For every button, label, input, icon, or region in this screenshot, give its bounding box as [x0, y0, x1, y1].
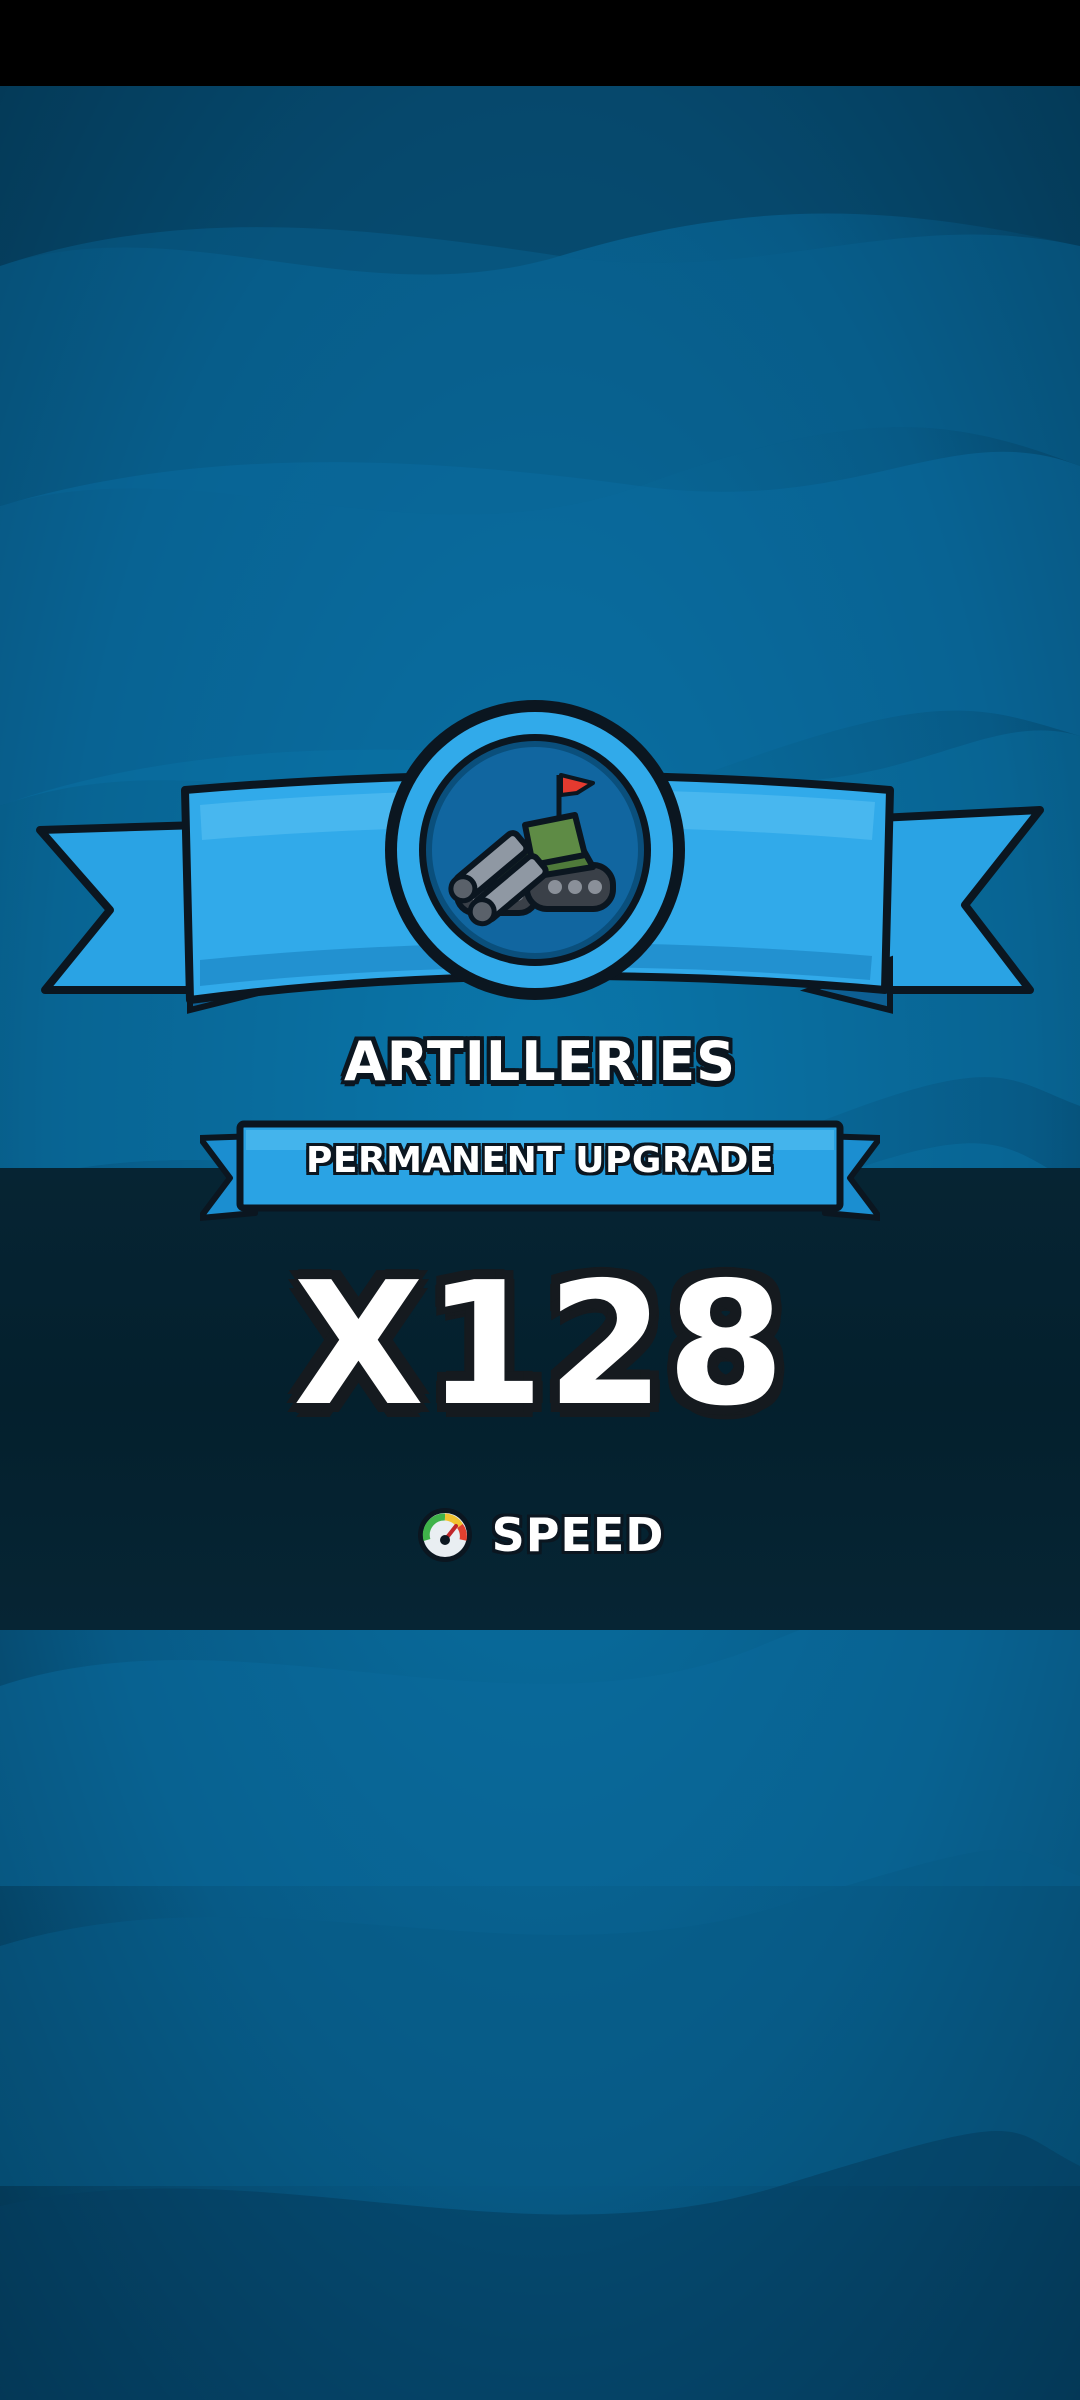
unit-title: ARTILLERIES: [343, 1030, 737, 1093]
reward-screen[interactable]: ARTILLERIES PERMANENT UPGRADE X128 SPEED: [0, 0, 1080, 2400]
upgrade-subtitle: PERMANENT UPGRADE: [305, 1140, 775, 1181]
upgrade-multiplier: X128: [293, 1246, 787, 1444]
status-bar: [0, 0, 1080, 86]
stat-label: SPEED: [491, 1508, 665, 1562]
speedometer-icon: [417, 1508, 472, 1562]
stat-row: SPEED: [0, 1500, 1080, 1570]
